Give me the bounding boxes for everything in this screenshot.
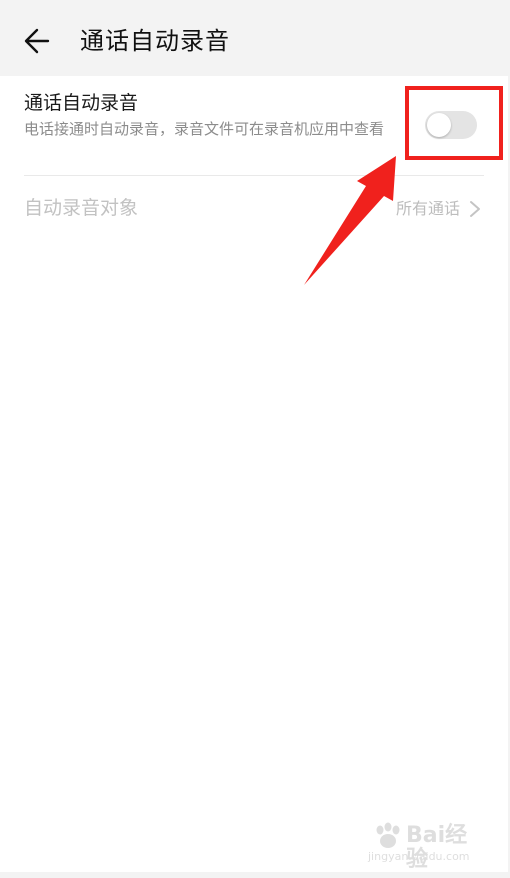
record-target-value: 所有通话 bbox=[395, 199, 460, 218]
paw-icon bbox=[376, 822, 400, 848]
auto-record-title: 通话自动录音 bbox=[24, 92, 139, 114]
record-target-label: 自动录音对象 bbox=[24, 197, 139, 219]
auto-record-setting: 通话自动录音 电话接通时自动录音，录音文件可在录音机应用中查看 bbox=[0, 76, 508, 176]
arrow-left-icon bbox=[24, 28, 50, 54]
settings-list: 通话自动录音 电话接通时自动录音，录音文件可在录音机应用中查看 自动录音对象 所… bbox=[0, 76, 508, 872]
watermark-brand: Bai经验 bbox=[406, 823, 468, 872]
watermark-url: jingyan.baidu.com bbox=[368, 850, 470, 863]
watermark: Bai经验 jingyan.baidu.com bbox=[368, 822, 488, 872]
record-target-row[interactable]: 自动录音对象 所有通话 bbox=[0, 176, 508, 240]
auto-record-toggle[interactable] bbox=[425, 111, 477, 139]
chevron-right-icon bbox=[470, 201, 480, 217]
page-title: 通话自动录音 bbox=[80, 27, 230, 55]
screen: 通话自动录音 通话自动录音 电话接通时自动录音，录音文件可在录音机应用中查看 自… bbox=[0, 0, 510, 878]
toggle-knob bbox=[427, 113, 451, 137]
auto-record-description: 电话接通时自动录音，录音文件可在录音机应用中查看 bbox=[24, 120, 385, 138]
app-header: 通话自动录音 bbox=[0, 0, 510, 76]
back-button[interactable] bbox=[18, 22, 60, 62]
